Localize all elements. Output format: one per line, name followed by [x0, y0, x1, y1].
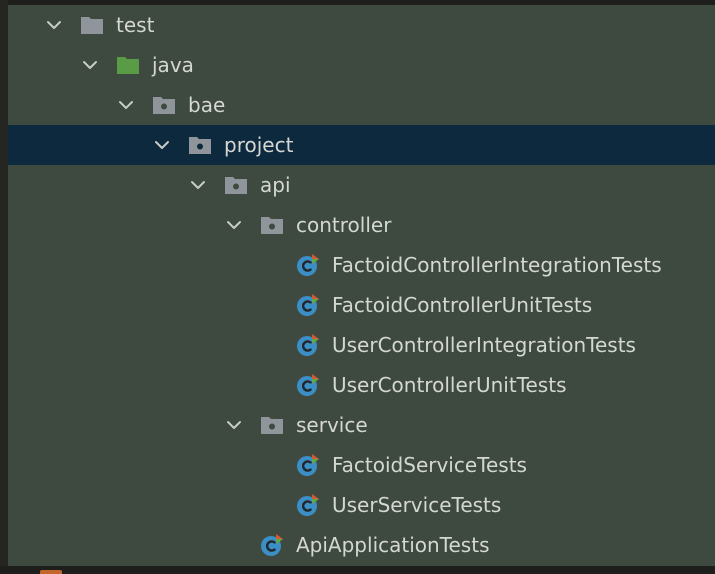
- tree-node-factoid-service-tests[interactable]: FactoidServiceTests: [8, 445, 715, 485]
- window-bottom-edge: [0, 566, 715, 574]
- tree-node-label: project: [224, 133, 294, 157]
- tree-node-factoid-controller-unit-tests[interactable]: FactoidControllerUnitTests: [8, 285, 715, 325]
- tree-node-service[interactable]: service: [8, 405, 715, 445]
- chevron-down-icon[interactable]: [116, 95, 136, 115]
- package-folder-icon: [188, 133, 212, 157]
- package-folder-icon: [224, 173, 248, 197]
- next-item-icon-fragment: [40, 570, 62, 574]
- tree-node-project[interactable]: project: [8, 125, 715, 165]
- tree-node-user-controller-integration-tests[interactable]: UserControllerIntegrationTests: [8, 325, 715, 365]
- tree-node-label: UserServiceTests: [332, 493, 502, 517]
- test-class-icon: [296, 293, 320, 317]
- chevron-down-icon[interactable]: [152, 135, 172, 155]
- test-class-icon: [296, 493, 320, 517]
- tree-node-java[interactable]: java: [8, 45, 715, 85]
- test-class-icon: [296, 253, 320, 277]
- tree-node-user-controller-unit-tests[interactable]: UserControllerUnitTests: [8, 365, 715, 405]
- package-folder-icon: [152, 93, 176, 117]
- tree-node-label: controller: [296, 213, 392, 237]
- window-left-edge: [0, 0, 8, 574]
- project-tree[interactable]: test java bae project api controller Fac…: [8, 5, 715, 565]
- tree-node-controller[interactable]: controller: [8, 205, 715, 245]
- tree-node-label: UserControllerUnitTests: [332, 373, 567, 397]
- tree-node-label: api: [260, 173, 291, 197]
- chevron-down-icon[interactable]: [80, 55, 100, 75]
- tree-node-user-service-tests[interactable]: UserServiceTests: [8, 485, 715, 525]
- test-class-icon: [296, 333, 320, 357]
- test-class-icon: [296, 453, 320, 477]
- chevron-down-icon[interactable]: [44, 15, 64, 35]
- tree-node-test[interactable]: test: [8, 5, 715, 45]
- chevron-down-icon[interactable]: [188, 175, 208, 195]
- tree-node-label: FactoidControllerIntegrationTests: [332, 253, 662, 277]
- tree-node-label: FactoidControllerUnitTests: [332, 293, 593, 317]
- tree-node-label: UserControllerIntegrationTests: [332, 333, 636, 357]
- tree-node-factoid-controller-integration-tests[interactable]: FactoidControllerIntegrationTests: [8, 245, 715, 285]
- package-folder-icon: [260, 213, 284, 237]
- folder-icon: [80, 13, 104, 37]
- tree-node-label: ApiApplicationTests: [296, 533, 490, 557]
- tree-node-label: FactoidServiceTests: [332, 453, 527, 477]
- source-root-folder-icon: [116, 53, 140, 77]
- tree-node-label: test: [116, 13, 155, 37]
- tree-node-label: bae: [188, 93, 226, 117]
- tree-node-label: java: [152, 53, 194, 77]
- tree-node-api-application-tests[interactable]: ApiApplicationTests: [8, 525, 715, 565]
- chevron-down-icon[interactable]: [224, 415, 244, 435]
- tree-node-bae[interactable]: bae: [8, 85, 715, 125]
- test-class-icon: [260, 533, 284, 557]
- chevron-down-icon[interactable]: [224, 215, 244, 235]
- package-folder-icon: [260, 413, 284, 437]
- test-class-icon: [296, 373, 320, 397]
- tree-node-label: service: [296, 413, 368, 437]
- tree-node-api[interactable]: api: [8, 165, 715, 205]
